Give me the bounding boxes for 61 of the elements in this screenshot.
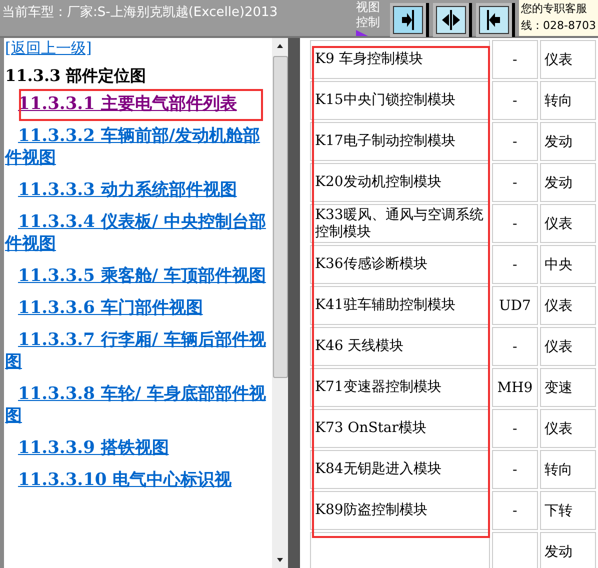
- table-cell: -: [492, 81, 538, 120]
- scrollbar[interactable]: [272, 38, 288, 568]
- table-cell: K15中央门锁控制模块: [310, 81, 490, 120]
- table-cell: -: [492, 245, 538, 284]
- table-cell: K33暖风、通风与空调系统控制模块: [310, 204, 490, 243]
- view-layout-button[interactable]: [436, 6, 466, 34]
- section-link[interactable]: 11.3.3.7 行李厢/ 车辆后部件视图: [5, 329, 272, 373]
- table-cell: K17电子制动控制模块: [310, 122, 490, 161]
- view-layout-button[interactable]: [393, 6, 423, 34]
- table-cell: -: [492, 327, 538, 366]
- table-cell: 仪表: [540, 286, 596, 325]
- table-cell: K36传感诊断模块: [310, 245, 490, 284]
- section-link[interactable]: 11.3.3.9 搭铁视图: [5, 437, 272, 459]
- table-cell: 转向: [540, 450, 596, 489]
- table-cell: K20发动机控制模块: [310, 163, 490, 202]
- table-cell: K9 车身控制模块: [310, 40, 490, 79]
- table-cell: 仪表: [540, 327, 596, 366]
- table-cell: 发动: [540, 122, 596, 161]
- view-control-label: 视图: [356, 0, 381, 15]
- table-cell: 仪表: [540, 409, 596, 448]
- section-link[interactable]: 11.3.3.5 乘客舱/ 车顶部件视图: [5, 265, 272, 287]
- table-cell: -: [492, 163, 538, 202]
- arrow-icon: [440, 8, 462, 32]
- section-link[interactable]: 11.3.3.3 动力系统部件视图: [5, 179, 272, 201]
- section-heading: 11.3.3 部件定位图: [5, 66, 148, 87]
- table-cell: 转向: [540, 81, 596, 120]
- service-text: 线：028-8703: [520, 18, 597, 34]
- section-link[interactable]: 11.3.3.1 主要电气部件列表: [5, 93, 272, 115]
- section-link[interactable]: 11.3.3.6 车门部件视图: [5, 297, 272, 319]
- view-layout-button[interactable]: [479, 6, 509, 34]
- table-cell: 仪表: [540, 40, 596, 79]
- vehicle-model-label: 当前车型：厂家:S-上海别克凯越(Excelle)2013: [1, 4, 279, 21]
- section-link[interactable]: 11.3.3.8 车轮/ 车身底部部件视图: [5, 383, 272, 427]
- table-cell: 仪表: [540, 204, 596, 243]
- section-link[interactable]: 11.3.3.2 车辆前部/发动机舱部件视图: [5, 125, 272, 169]
- table-cell: K46 天线模块: [310, 327, 490, 366]
- table-cell: K71变速器控制模块: [310, 368, 490, 407]
- table-cell: 发动: [540, 532, 596, 568]
- table-cell: 下转: [540, 491, 596, 530]
- table-cell: MH9: [492, 368, 538, 407]
- table-cell: -: [492, 450, 538, 489]
- table-cell: K89防盗控制模块: [310, 491, 490, 530]
- service-text: 您的专职客服: [520, 1, 588, 17]
- table-cell: -: [492, 204, 538, 243]
- table-cell: K73 OnStar模块: [310, 409, 490, 448]
- table-cell: -: [492, 40, 538, 79]
- triangle-icon: [356, 30, 368, 36]
- section-link[interactable]: 11.3.3.4 仪表板/ 中央控制台部件视图: [5, 211, 272, 255]
- back-link[interactable]: [返回上一级]: [5, 39, 92, 58]
- table-cell: -: [492, 122, 538, 161]
- view-control-label: 控制: [356, 15, 381, 30]
- table-cell: UD7: [492, 286, 538, 325]
- table-cell: K84无钥匙进入模块: [310, 450, 490, 489]
- section-link[interactable]: 11.3.3.10 电气中心标识视: [5, 469, 272, 491]
- table-cell: K41驻车辅助控制模块: [310, 286, 490, 325]
- table-cell: 中央: [540, 245, 596, 284]
- table-cell: 变速: [540, 368, 596, 407]
- scroll-thumb[interactable]: [272, 56, 288, 378]
- table-cell: -: [492, 409, 538, 448]
- table-cell: 发动: [540, 163, 596, 202]
- table-cell: -: [492, 491, 538, 530]
